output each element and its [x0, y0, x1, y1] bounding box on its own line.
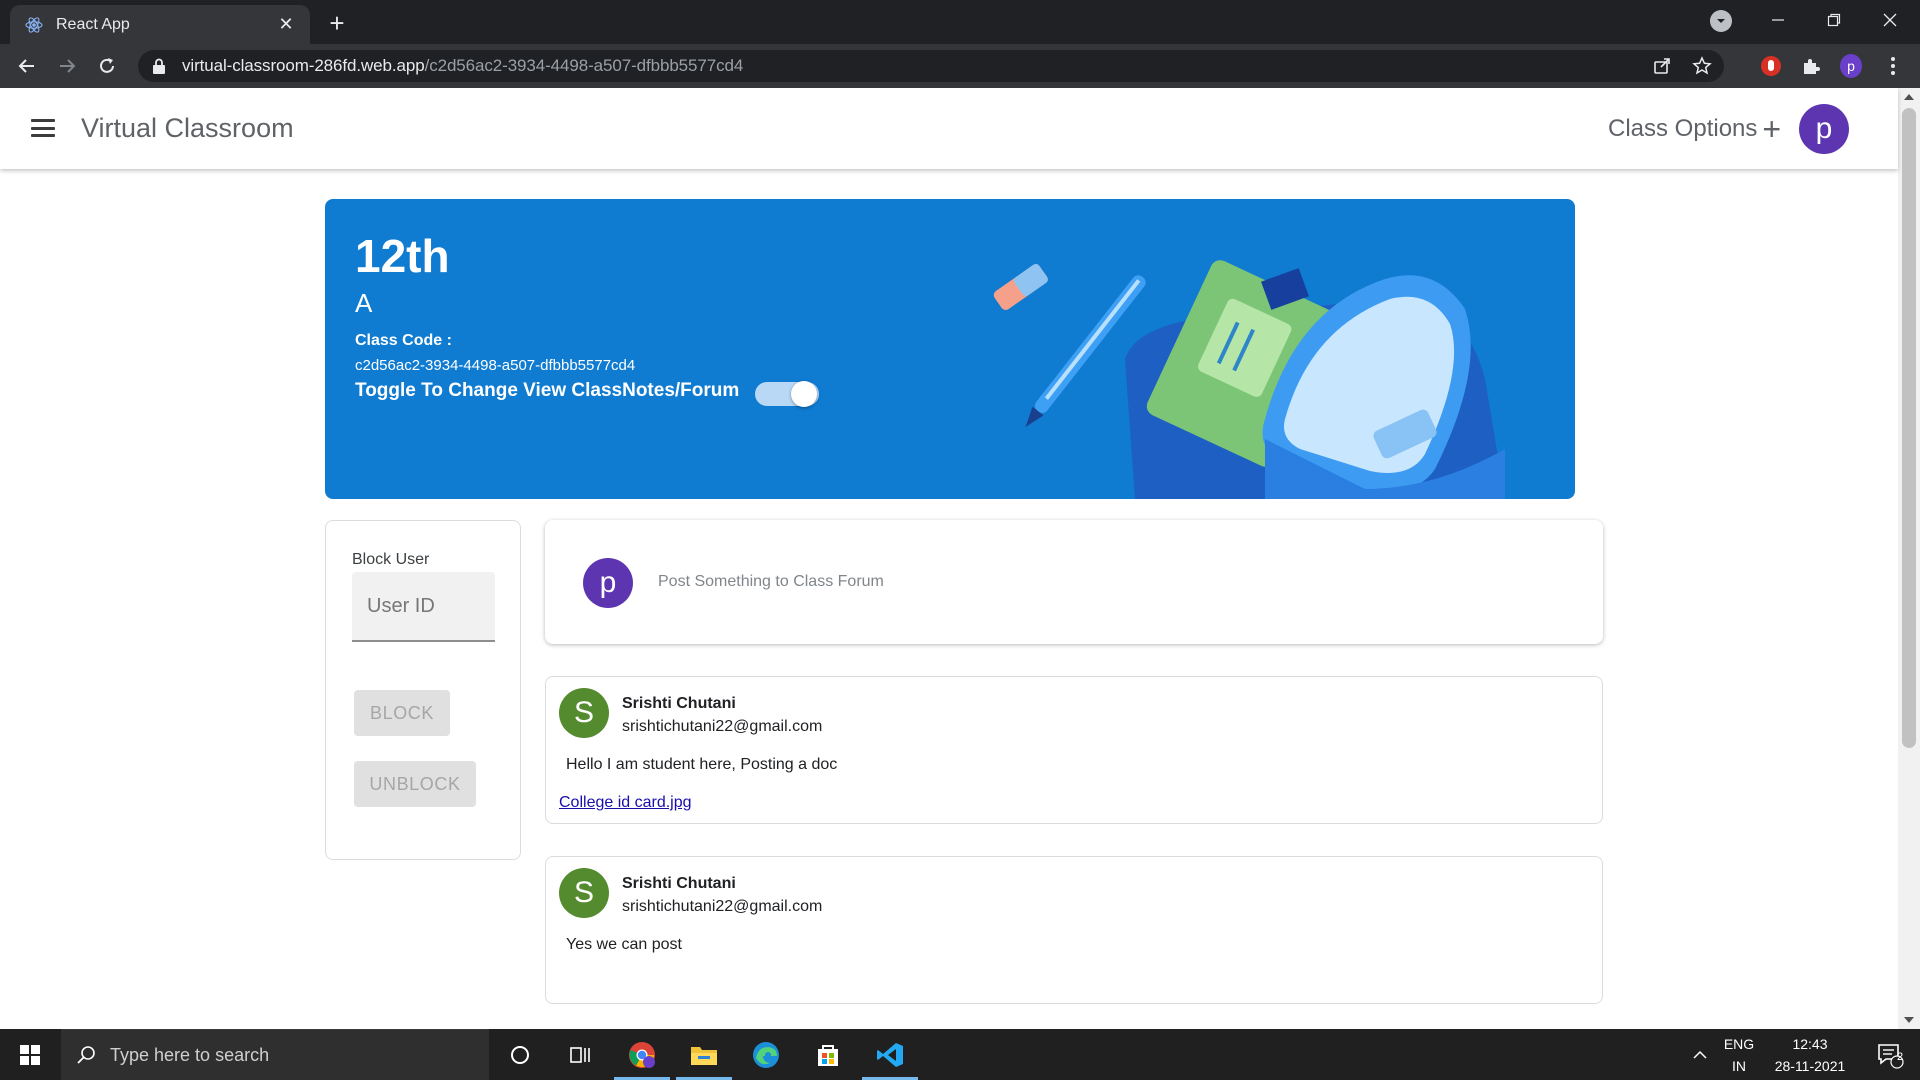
windows-taskbar: Type here to search ENG IN 12:43 28-11-2…	[0, 1029, 1920, 1080]
tab-close-icon[interactable]: ✕	[276, 14, 296, 35]
browser-tab-strip: React App ✕ +	[0, 0, 1920, 44]
tray-chevron-icon[interactable]	[1683, 1029, 1717, 1080]
windows-start-icon[interactable]	[0, 1029, 60, 1080]
lang-code: ENG	[1723, 1035, 1755, 1052]
clock[interactable]: 12:43 28-11-2021	[1760, 1029, 1860, 1080]
toggle-knob	[791, 381, 817, 407]
react-logo-icon	[25, 16, 43, 33]
language-indicator[interactable]: ENG IN	[1715, 1029, 1763, 1080]
backpack-illustration	[993, 260, 1505, 499]
page-scrollbar[interactable]	[1898, 88, 1920, 1029]
cortana-icon[interactable]	[490, 1029, 550, 1080]
class-grade: 12th	[355, 230, 450, 282]
class-section: A	[355, 288, 373, 318]
search-icon	[77, 1046, 95, 1064]
reload-icon[interactable]	[92, 51, 122, 81]
scroll-down-icon[interactable]	[1904, 1017, 1914, 1023]
plus-icon: +	[1762, 111, 1782, 147]
class-options-button[interactable]: Class Options +	[1608, 111, 1782, 147]
scrollbar-thumb[interactable]	[1902, 108, 1916, 748]
chrome-menu-icon[interactable]	[1882, 55, 1904, 77]
class-code: c2d56ac2-3934-4498-a507-dfbbb5577cd4	[355, 357, 636, 374]
tab-title: React App	[56, 15, 130, 33]
poster-avatar: p	[583, 558, 633, 608]
url-path: /c2d56ac2-3934-4498-a507-dfbbb5577cd4	[424, 56, 744, 75]
block-user-panel: Block User BLOCK UNBLOCK	[325, 520, 521, 860]
unblock-button[interactable]: UNBLOCK	[354, 761, 476, 807]
announcement-text: Yes we can post	[566, 936, 682, 953]
extensions-puzzle-icon[interactable]	[1800, 55, 1822, 77]
profile-avatar-small[interactable]: p	[1840, 54, 1862, 78]
announcement-text: Hello I am student here, Posting a doc	[566, 756, 838, 773]
user-avatar[interactable]: p	[1799, 104, 1849, 154]
author-name: Srishti Chutani	[622, 695, 736, 712]
hamburger-menu-icon[interactable]	[30, 115, 56, 141]
taskbar-search-box[interactable]: Type here to search	[61, 1029, 489, 1080]
restore-icon[interactable]	[1806, 0, 1862, 40]
post-placeholder: Post Something to Class Forum	[658, 573, 884, 590]
app-header: Virtual Classroom Class Options + p	[0, 88, 1898, 169]
author-email: srishtichutani22@gmail.com	[622, 898, 823, 915]
task-view-icon[interactable]	[550, 1029, 610, 1080]
user-id-input[interactable]	[352, 572, 495, 640]
class-banner: 12th A Class Code : c2d56ac2-3934-4498-a…	[325, 199, 1575, 499]
address-bar[interactable]: virtual-classroom-286fd.web.app/c2d56ac2…	[138, 50, 1724, 82]
vscode-icon[interactable]	[860, 1029, 920, 1080]
minimize-icon[interactable]	[1750, 0, 1806, 40]
forward-icon[interactable]	[52, 51, 82, 81]
notification-center-icon[interactable]: 2	[1862, 1029, 1918, 1080]
clock-time: 12:43	[1792, 1035, 1828, 1052]
author-avatar: S	[559, 688, 609, 738]
class-options-label: Class Options	[1608, 115, 1758, 142]
author-email: srishtichutani22@gmail.com	[622, 718, 823, 735]
author-avatar: S	[559, 868, 609, 918]
file-explorer-icon[interactable]	[674, 1029, 734, 1080]
attachment-link[interactable]: College id card.jpg	[559, 794, 692, 812]
url-text: virtual-classroom-286fd.web.app/c2d56ac2…	[182, 56, 743, 76]
tab-search-icon[interactable]	[1710, 10, 1732, 32]
bookmark-star-icon[interactable]	[1692, 56, 1712, 76]
share-icon[interactable]	[1652, 56, 1672, 76]
search-placeholder: Type here to search	[110, 1044, 270, 1065]
lock-icon	[153, 58, 165, 74]
author-name: Srishti Chutani	[622, 875, 736, 892]
browser-toolbar: virtual-classroom-286fd.web.app/c2d56ac2…	[0, 44, 1920, 88]
announcement-card: S Srishti Chutani srishtichutani22@gmail…	[545, 856, 1603, 1004]
microsoft-store-icon[interactable]	[798, 1029, 858, 1080]
close-window-icon[interactable]	[1862, 0, 1918, 40]
view-toggle-switch[interactable]	[755, 381, 819, 407]
app-title: Virtual Classroom	[81, 113, 294, 143]
post-to-forum-box[interactable]: p Post Something to Class Forum	[545, 520, 1603, 644]
block-button[interactable]: BLOCK	[354, 690, 450, 736]
edge-icon[interactable]	[736, 1029, 796, 1080]
chrome-taskbar-icon[interactable]	[612, 1029, 672, 1080]
notification-count: 2	[1897, 1051, 1904, 1063]
url-host: virtual-classroom-286fd.web.app	[182, 56, 425, 75]
user-id-field	[352, 572, 495, 642]
class-code-label: Class Code :	[355, 332, 452, 349]
view-toggle-label: Toggle To Change View ClassNotes/Forum	[355, 380, 740, 401]
page-viewport: Virtual Classroom Class Options + p 12th…	[0, 88, 1920, 1029]
announcement-card: S Srishti Chutani srishtichutani22@gmail…	[545, 676, 1603, 824]
browser-tab[interactable]: React App ✕	[10, 5, 310, 44]
new-tab-button[interactable]: +	[322, 8, 352, 38]
clock-date: 28-11-2021	[1774, 1057, 1846, 1074]
back-icon[interactable]	[12, 51, 42, 81]
block-user-title: Block User	[352, 551, 430, 568]
extension-hand-icon[interactable]	[1760, 55, 1782, 77]
scroll-up-icon[interactable]	[1904, 94, 1914, 100]
lang-region: IN	[1732, 1057, 1746, 1074]
